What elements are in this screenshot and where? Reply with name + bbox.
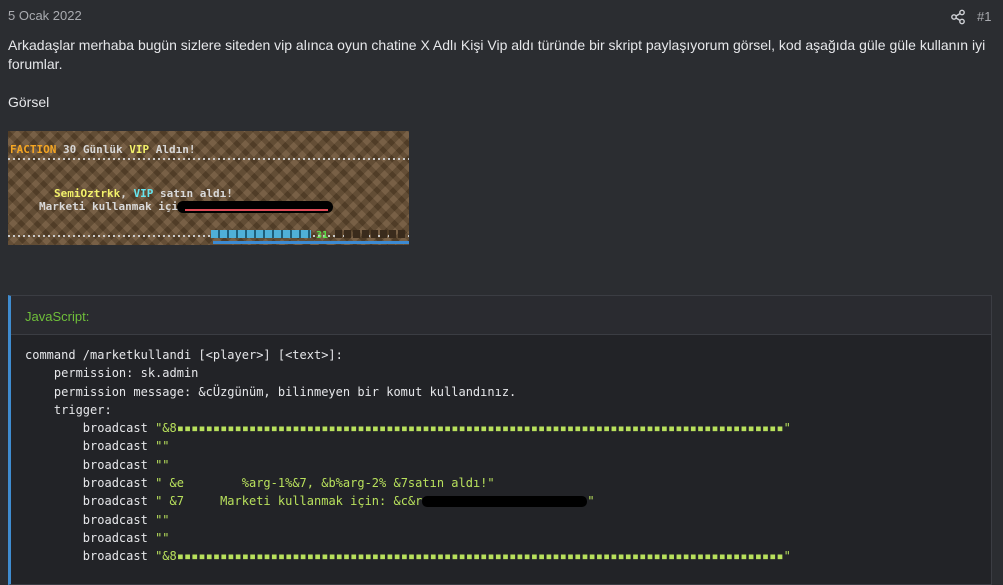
code-keyword: broadcast	[82, 421, 148, 436]
code-keyword: broadcast	[82, 549, 148, 564]
announce-text-a: 30 Günlük	[62, 143, 130, 156]
code-string: "&8▪▪▪▪▪▪▪▪▪▪▪▪▪▪▪▪▪▪▪▪▪▪▪▪▪▪▪▪▪▪▪▪▪▪▪▪▪…	[155, 549, 791, 564]
game-screenshot[interactable]: FACTION 30 Günlük VIP Aldın! SemiOztrkk,…	[8, 131, 409, 245]
redaction-mark	[177, 201, 333, 213]
code-keyword: broadcast	[82, 476, 148, 491]
code-keyword: broadcast	[82, 530, 148, 545]
code-string: "&8▪▪▪▪▪▪▪▪▪▪▪▪▪▪▪▪▪▪▪▪▪▪▪▪▪▪▪▪▪▪▪▪▪▪▪▪▪…	[155, 421, 791, 436]
health-bar	[211, 230, 311, 238]
faction-prefix: FACTION	[10, 143, 57, 156]
buyer-rest: satın aldı!	[153, 187, 233, 200]
post-number-link[interactable]: #1	[977, 9, 991, 24]
code-string: " &e %arg-1%&7, &b%arg-2% &7satın aldı!"	[155, 476, 495, 491]
code-block: JavaScript: command /marketkullandi [<pl…	[8, 295, 992, 585]
announce-text-b: Aldın!	[149, 143, 196, 156]
code-keyword: broadcast	[82, 457, 148, 472]
redaction-mark	[422, 496, 588, 508]
code-keyword: broadcast	[82, 439, 148, 454]
code-line: permission: sk.admin	[25, 366, 199, 381]
top-divider	[8, 158, 409, 160]
hunger-bar	[335, 230, 406, 238]
share-icon[interactable]	[950, 9, 966, 25]
code-content[interactable]: command /marketkullandi [<player>] [<tex…	[11, 335, 991, 566]
code-string: ""	[155, 439, 170, 454]
buyer-name: SemiOztrkk	[54, 187, 121, 200]
code-string: ""	[155, 457, 170, 472]
red-underline	[185, 209, 328, 211]
buyer-vip: VIP	[133, 187, 154, 200]
xp-level: 31	[316, 230, 329, 241]
xp-bar	[213, 241, 409, 244]
code-line: trigger:	[25, 402, 112, 417]
code-language-label: JavaScript:	[11, 296, 991, 335]
screenshot-announce-line: FACTION 30 Günlük VIP Aldın!	[10, 143, 195, 156]
code-keyword: broadcast	[82, 494, 148, 509]
code-string: " &7 Marketi kullanmak için: &c&r	[155, 494, 423, 509]
code-string: ""	[155, 530, 170, 545]
code-string-end: "	[587, 494, 595, 509]
image-label: Görsel	[8, 94, 50, 110]
market-text: Marketi kullanmak için:	[39, 200, 192, 213]
code-line: command /marketkullandi [<player>] [<tex…	[25, 348, 343, 362]
post-date: 5 Ocak 2022	[8, 8, 82, 23]
code-keyword: broadcast	[82, 512, 148, 527]
code-string: ""	[155, 512, 170, 527]
announce-vip: VIP	[129, 143, 150, 156]
code-line: permission message: &cÜzgünüm, bilinmeye…	[25, 384, 517, 399]
screenshot-buyer-line: SemiOztrkk, VIP satın aldı!	[54, 187, 233, 200]
post-body: Arkadaşlar merhaba bugün sizlere siteden…	[8, 37, 986, 72]
